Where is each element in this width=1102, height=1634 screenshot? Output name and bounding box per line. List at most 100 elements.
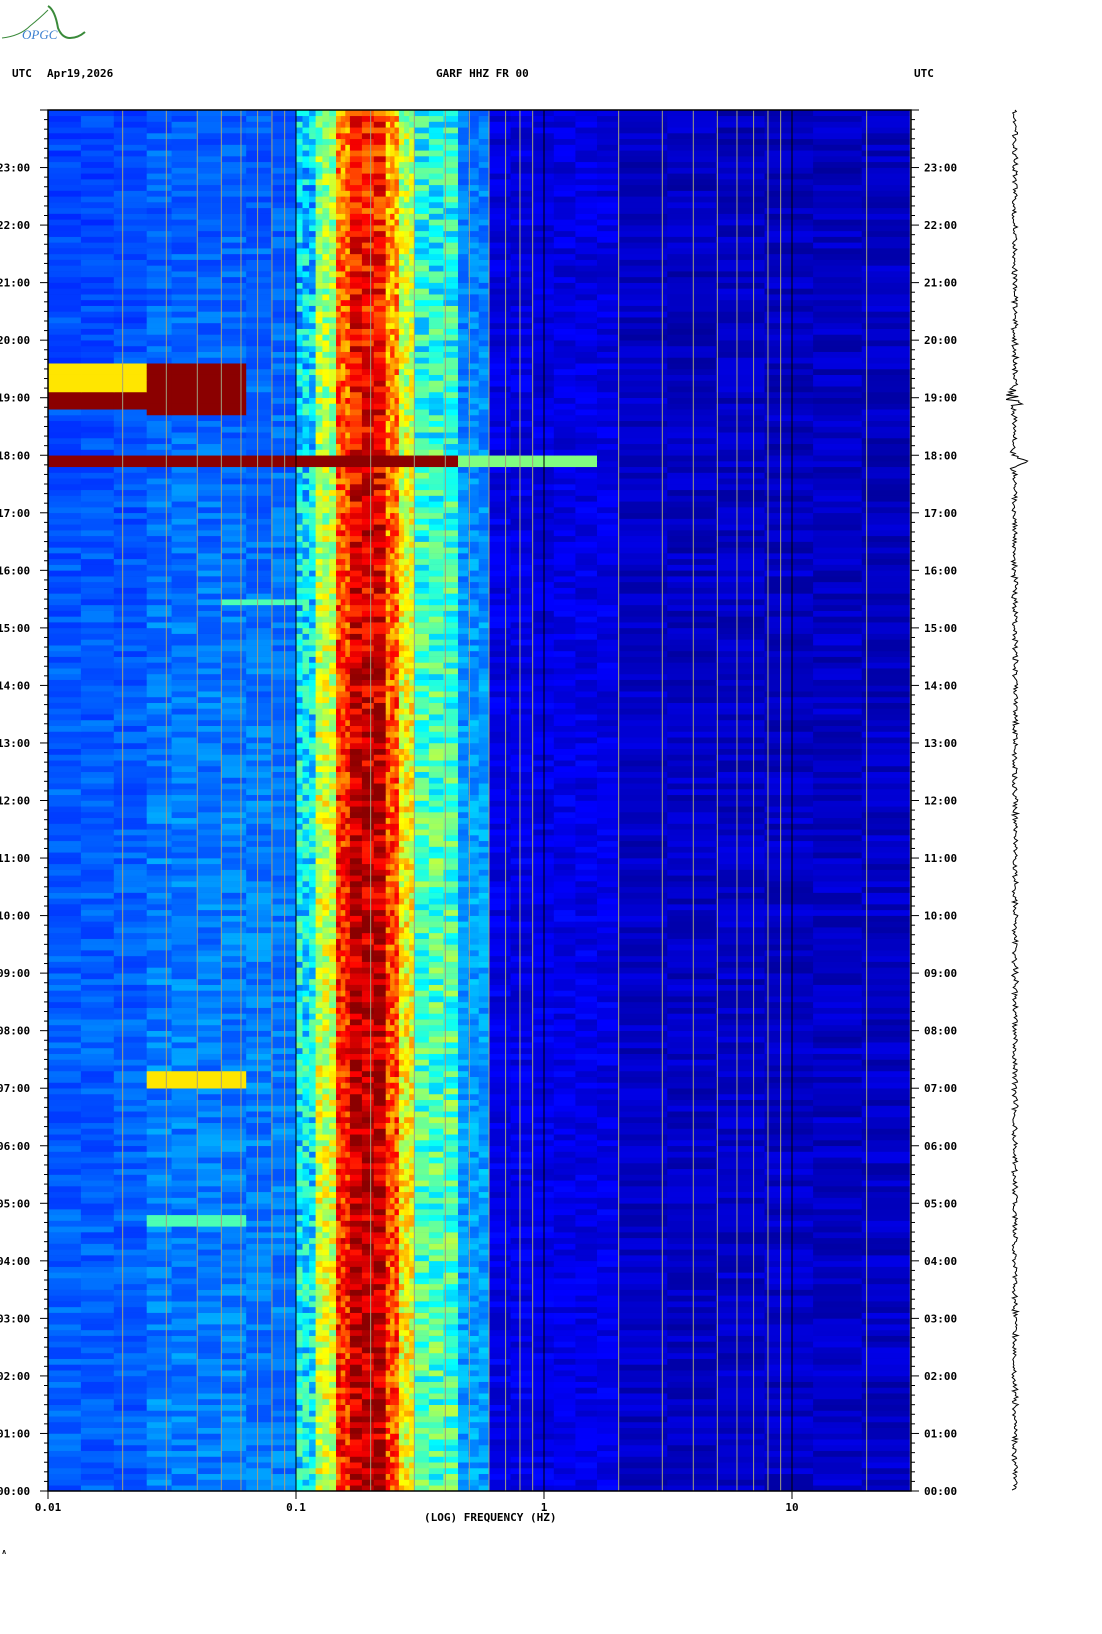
heatmap-cell [349, 1421, 363, 1428]
heatmap-cell [404, 1467, 410, 1475]
heatmap-cell [246, 1145, 272, 1152]
heatmap-cell [345, 944, 351, 951]
heatmap-cell [510, 955, 533, 962]
heatmap-cell [532, 1145, 555, 1152]
heatmap-cell [428, 973, 444, 980]
heatmap-cell [309, 892, 317, 899]
heatmap-cell [404, 1007, 410, 1014]
heatmap-cell [597, 1140, 620, 1147]
heatmap-cell [458, 1174, 469, 1181]
heatmap-cell [196, 1272, 222, 1279]
heatmap-cell [404, 1295, 410, 1302]
heatmap-cell [404, 1191, 410, 1198]
heatmap-cell [764, 961, 814, 968]
heatmap-cell [385, 1272, 391, 1279]
heatmap-cell [48, 944, 82, 951]
heatmap-cell [246, 1059, 272, 1066]
heatmap-cell [764, 1203, 814, 1210]
heatmap-cell [309, 898, 317, 905]
heatmap-cell [532, 1232, 555, 1239]
heatmap-cell [428, 1450, 444, 1457]
heatmap-cell [48, 1105, 82, 1112]
heatmap-cell [246, 1209, 272, 1216]
heatmap-cell [302, 1243, 310, 1250]
heatmap-cell [414, 1209, 430, 1216]
heatmap-cell [336, 1341, 342, 1348]
heatmap-cell [394, 1335, 400, 1342]
heatmap-cell [329, 967, 337, 974]
heatmap-cell [349, 1427, 363, 1434]
heatmap-cell [510, 1306, 533, 1313]
heatmap-cell [428, 938, 444, 945]
heatmap-cell [458, 909, 469, 916]
heatmap-cell [532, 1220, 555, 1227]
heatmap-cell [813, 1255, 863, 1262]
heatmap-cell [361, 1295, 375, 1302]
heatmap-cell [113, 1203, 148, 1210]
heatmap-cell [404, 1387, 410, 1394]
heatmap-cell [813, 1295, 863, 1302]
heatmap-cell [322, 1116, 330, 1124]
heatmap-cell [80, 1312, 115, 1319]
heatmap-cell [373, 1260, 387, 1267]
heatmap-cell [171, 1059, 197, 1066]
heatmap-cell [302, 1163, 310, 1170]
heatmap-cell [80, 1214, 115, 1221]
heatmap-cell [271, 892, 297, 899]
heatmap-cell [532, 1013, 555, 1020]
heatmap-cell [764, 1220, 814, 1227]
heatmap-cell [618, 1134, 668, 1141]
heatmap-cell [510, 1191, 533, 1198]
heatmap-cell [553, 1065, 576, 1072]
heatmap-cell [221, 1157, 247, 1164]
heatmap-cell [813, 1398, 863, 1405]
heatmap-cell [414, 1416, 430, 1423]
heatmap-cell [113, 990, 148, 997]
heatmap-cell [221, 1203, 247, 1210]
heatmap-cell [113, 1145, 148, 1152]
heatmap-cell [315, 1398, 323, 1405]
heatmap-cell [385, 1007, 391, 1014]
heatmap-cell [510, 1473, 533, 1480]
heatmap-cell [394, 1398, 400, 1405]
heatmap-cell [113, 938, 148, 945]
heatmap-cell [345, 1324, 351, 1331]
heatmap-cell [478, 1266, 490, 1273]
heatmap-cell [618, 1433, 668, 1440]
heatmap-cell [345, 1209, 351, 1216]
heatmap-cell [597, 950, 620, 957]
heatmap-cell [361, 1318, 375, 1325]
heatmap-cell [329, 1381, 337, 1388]
heatmap-cell [428, 1427, 444, 1434]
heatmap-cell [315, 1421, 323, 1428]
heatmap-cell [489, 1157, 512, 1164]
heatmap-cell [468, 904, 480, 911]
heatmap-cell [532, 1352, 555, 1359]
heatmap-cell [196, 1278, 222, 1285]
heatmap-cell [309, 869, 317, 876]
heatmap-cell [428, 944, 444, 951]
heatmap-cell [322, 1266, 330, 1273]
heatmap-cell [861, 1341, 911, 1348]
heatmap-cell [315, 1462, 323, 1469]
heatmap-cell [667, 1433, 717, 1440]
heatmap-cell [315, 1439, 323, 1446]
heatmap-cell [48, 1214, 82, 1221]
heatmap-cell [478, 1278, 490, 1285]
heatmap-cell [309, 881, 317, 888]
heatmap-cell [618, 881, 668, 888]
heatmap-cell [813, 1140, 863, 1147]
heatmap-cell [414, 1272, 430, 1279]
heatmap-cell [196, 898, 222, 905]
heatmap-cell [296, 1180, 303, 1187]
heatmap-cell [271, 1272, 297, 1279]
heatmap-cell [80, 1289, 115, 1296]
heatmap-cell [667, 1306, 717, 1313]
heatmap-cell [373, 1398, 387, 1405]
heatmap-cell [553, 1410, 576, 1417]
heatmap-cell [302, 1030, 310, 1037]
heatmap-cell [113, 1134, 148, 1141]
heatmap-cell [404, 1255, 410, 1262]
heatmap-cell [715, 1370, 765, 1377]
heatmap-cell [468, 1047, 480, 1054]
